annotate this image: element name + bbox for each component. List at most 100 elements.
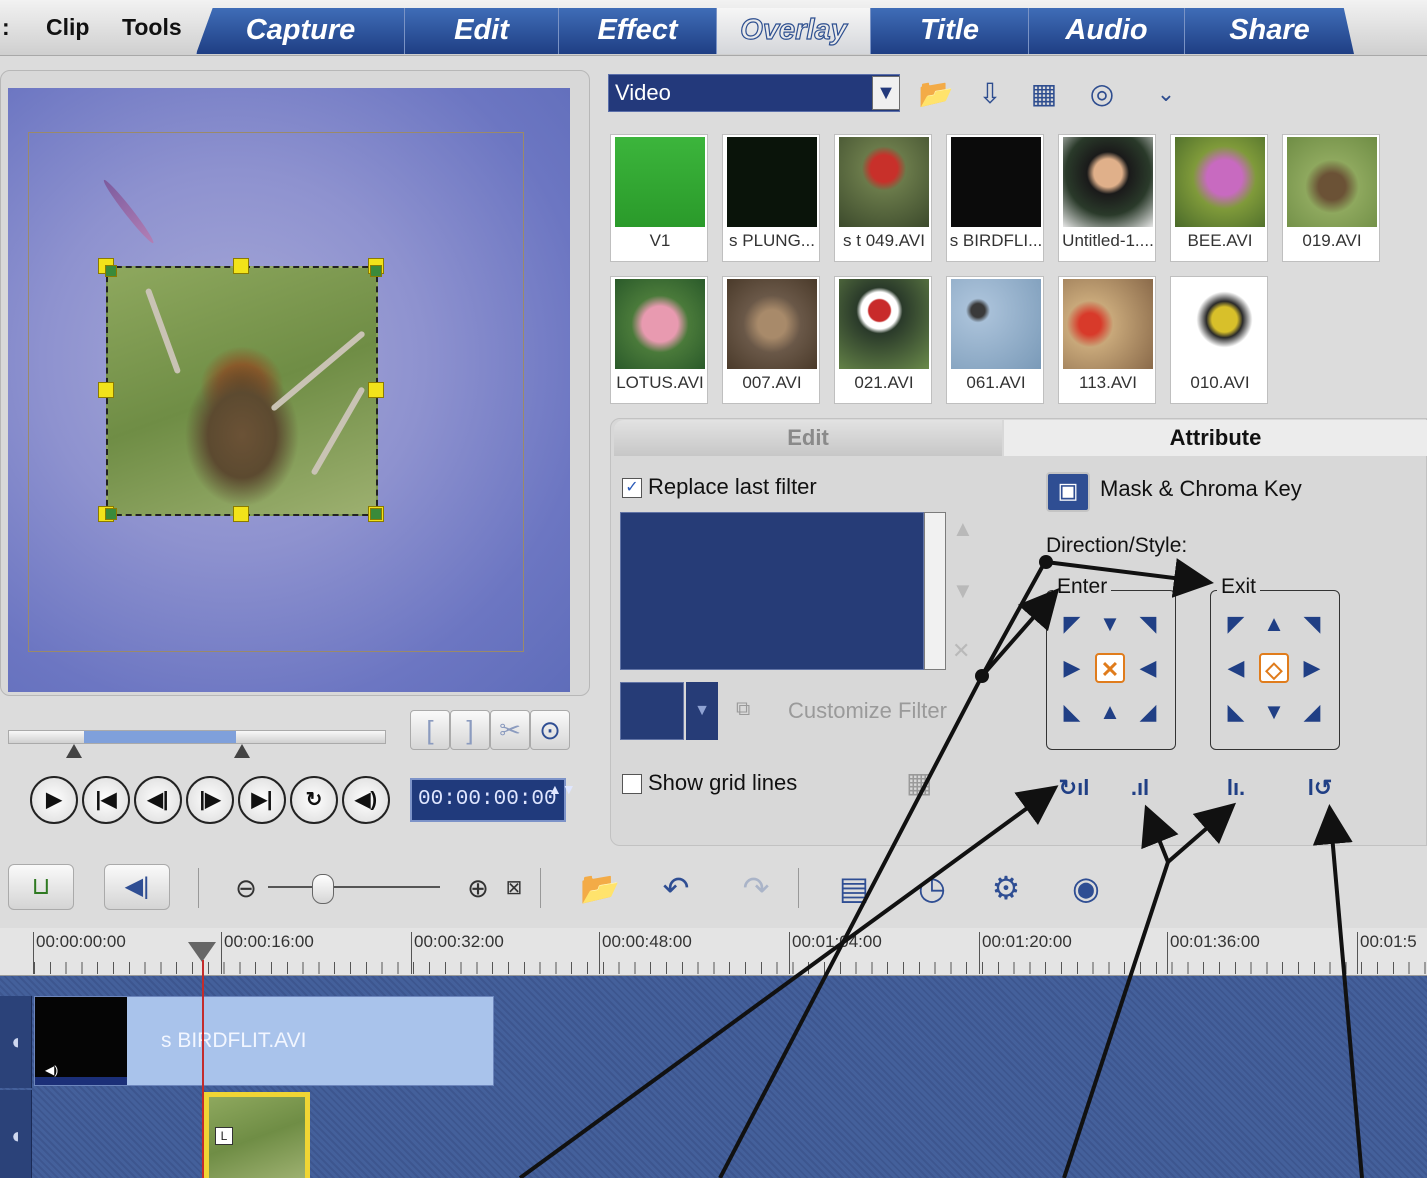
trim-end-marker[interactable] [234,744,250,758]
zoom-out-icon[interactable]: ⊖ [220,862,272,914]
show-grid-lines-checkbox[interactable] [622,774,642,794]
menu-clip[interactable]: Clip [46,14,89,41]
surround-mixer-icon[interactable]: ◉ [1060,862,1112,914]
exit-left-icon[interactable]: ◀ [1221,653,1251,683]
library-item[interactable]: 010.AVI [1170,276,1268,404]
library-item[interactable]: 113.AVI [1058,276,1156,404]
exit-right-icon[interactable]: ▶ [1297,653,1327,683]
exit-top-icon[interactable]: ▲ [1259,609,1289,639]
library-item[interactable]: LOTUS.AVI [610,276,708,404]
tab-options-attribute[interactable]: Attribute [1004,420,1427,456]
next-frame-button[interactable]: |▶ [186,776,234,824]
replace-last-filter-checkbox[interactable]: ✓ [622,478,642,498]
remove-filter-icon[interactable]: ✕ [952,638,970,664]
tab-edit[interactable]: Edit [404,8,558,54]
mark-in-button[interactable]: [ [410,710,450,750]
enter-top-icon[interactable]: ▼ [1095,609,1125,639]
overlay-clip-preview[interactable] [106,266,378,516]
dropdown-arrow-icon[interactable]: ▼ [872,76,900,110]
end-button[interactable]: ▶| [238,776,286,824]
fade-out-icon[interactable]: lı. [1218,770,1254,806]
distort-handle-bottom-left[interactable] [105,508,117,520]
move-filter-down-icon[interactable]: ▼ [952,578,974,604]
zoom-slider-track[interactable] [268,886,440,888]
folder-open-icon[interactable]: 📂 [916,74,956,114]
rotate-after-pause-icon[interactable]: l↺ [1302,770,1338,806]
enter-bottom-icon[interactable]: ▲ [1095,697,1125,727]
options-icon[interactable]: ◎ [1082,74,1122,114]
filter-preset-box[interactable] [620,682,684,740]
timecode-field[interactable]: 00:00:00:00 [410,778,566,822]
import-icon[interactable]: ⇩ [970,74,1010,114]
distort-handle-top-left[interactable] [105,265,117,277]
play-button[interactable]: ▶ [30,776,78,824]
enter-bottom-right-icon[interactable]: ◢ [1133,697,1163,727]
track-manager-icon[interactable]: ⚙ [980,862,1032,914]
storyboard-view-button[interactable]: ⊔ [8,864,74,910]
tab-options-edit[interactable]: Edit [614,420,1002,456]
video-track-header[interactable]: ◖ [0,996,32,1088]
tab-share[interactable]: Share [1184,8,1354,54]
library-item[interactable]: BEE.AVI [1170,134,1268,262]
smart-proxy-icon[interactable]: ▤ [828,862,880,914]
undo-icon[interactable]: ↶ [650,862,702,914]
library-item[interactable]: 061.AVI [946,276,1044,404]
enter-top-left-icon[interactable]: ◤ [1057,609,1087,639]
resize-handle-right[interactable] [368,382,384,398]
cut-clip-button[interactable]: ✂ [490,710,530,750]
customize-filter-button[interactable]: Customize Filter [788,698,947,724]
exit-top-right-icon[interactable]: ◥ [1297,609,1327,639]
zoom-slider-knob[interactable] [312,874,334,904]
expand-preview-button[interactable]: ⊙ [530,710,570,750]
tab-effect[interactable]: Effect [558,8,716,54]
filter-list[interactable] [620,512,924,670]
distort-handle-bottom-right[interactable] [370,508,382,520]
exit-none-icon[interactable]: ◇ [1259,653,1289,683]
exit-bottom-right-icon[interactable]: ◢ [1297,697,1327,727]
fade-in-icon[interactable]: .ıl [1122,770,1158,806]
volume-button[interactable]: ◀) [342,776,390,824]
library-item[interactable]: 019.AVI [1282,134,1380,262]
resize-handle-left[interactable] [98,382,114,398]
timecode-spinner[interactable]: ▲▼ [548,780,576,820]
library-item[interactable]: Untitled-1.... [1058,134,1156,262]
library-item[interactable]: s t 049.AVI [834,134,932,262]
rotate-before-pause-icon[interactable]: ↻ıl [1056,770,1092,806]
library-item[interactable]: V1 [610,134,708,262]
distort-handle-top-right[interactable] [370,265,382,277]
preset-dropdown-arrow-icon[interactable]: ▼ [686,682,718,740]
library-item[interactable]: 021.AVI [834,276,932,404]
resize-handle-top[interactable] [233,258,249,274]
audio-view-button[interactable]: ◀| [104,864,170,910]
grid-options-icon[interactable]: ▦ [906,766,932,799]
redo-icon[interactable]: ↷ [730,862,782,914]
enter-none-icon[interactable]: ✕ [1095,653,1125,683]
fit-project-icon[interactable]: ⊠ [488,862,540,914]
tab-capture[interactable]: Capture [196,8,404,54]
library-type-dropdown[interactable]: Video [608,74,900,112]
mask-chroma-key-button[interactable]: Mask & Chroma Key [1100,476,1302,502]
library-item[interactable]: s BIRDFLI... [946,134,1044,262]
expand-library-icon[interactable]: ⌄ [1146,74,1186,114]
exit-top-left-icon[interactable]: ◤ [1221,609,1251,639]
exit-bottom-icon[interactable]: ▼ [1259,697,1289,727]
tab-audio[interactable]: Audio [1028,8,1184,54]
filter-list-scrollbar[interactable] [924,512,946,670]
preview-screen[interactable] [8,88,570,692]
video-track-clip[interactable]: ◀) s BIRDFLIT.AVI [34,996,494,1086]
sort-icon[interactable]: ▦ [1024,74,1064,114]
menu-tools[interactable]: Tools [122,14,182,41]
resize-handle-bottom[interactable] [233,506,249,522]
exit-bottom-left-icon[interactable]: ◣ [1221,697,1251,727]
previous-frame-button[interactable]: ◀| [134,776,182,824]
tab-title[interactable]: Title [870,8,1028,54]
repeat-button[interactable]: ↻ [290,776,338,824]
mask-chroma-key-icon[interactable]: ▣ [1046,472,1090,512]
tab-overlay[interactable]: Overlay [716,8,870,54]
enter-bottom-left-icon[interactable]: ◣ [1057,697,1087,727]
insert-media-icon[interactable]: 📂 [574,862,626,914]
library-item[interactable]: 007.AVI [722,276,820,404]
enter-top-right-icon[interactable]: ◥ [1133,609,1163,639]
playhead-marker[interactable] [188,942,216,962]
batch-convert-icon[interactable]: ◷ [906,862,958,914]
